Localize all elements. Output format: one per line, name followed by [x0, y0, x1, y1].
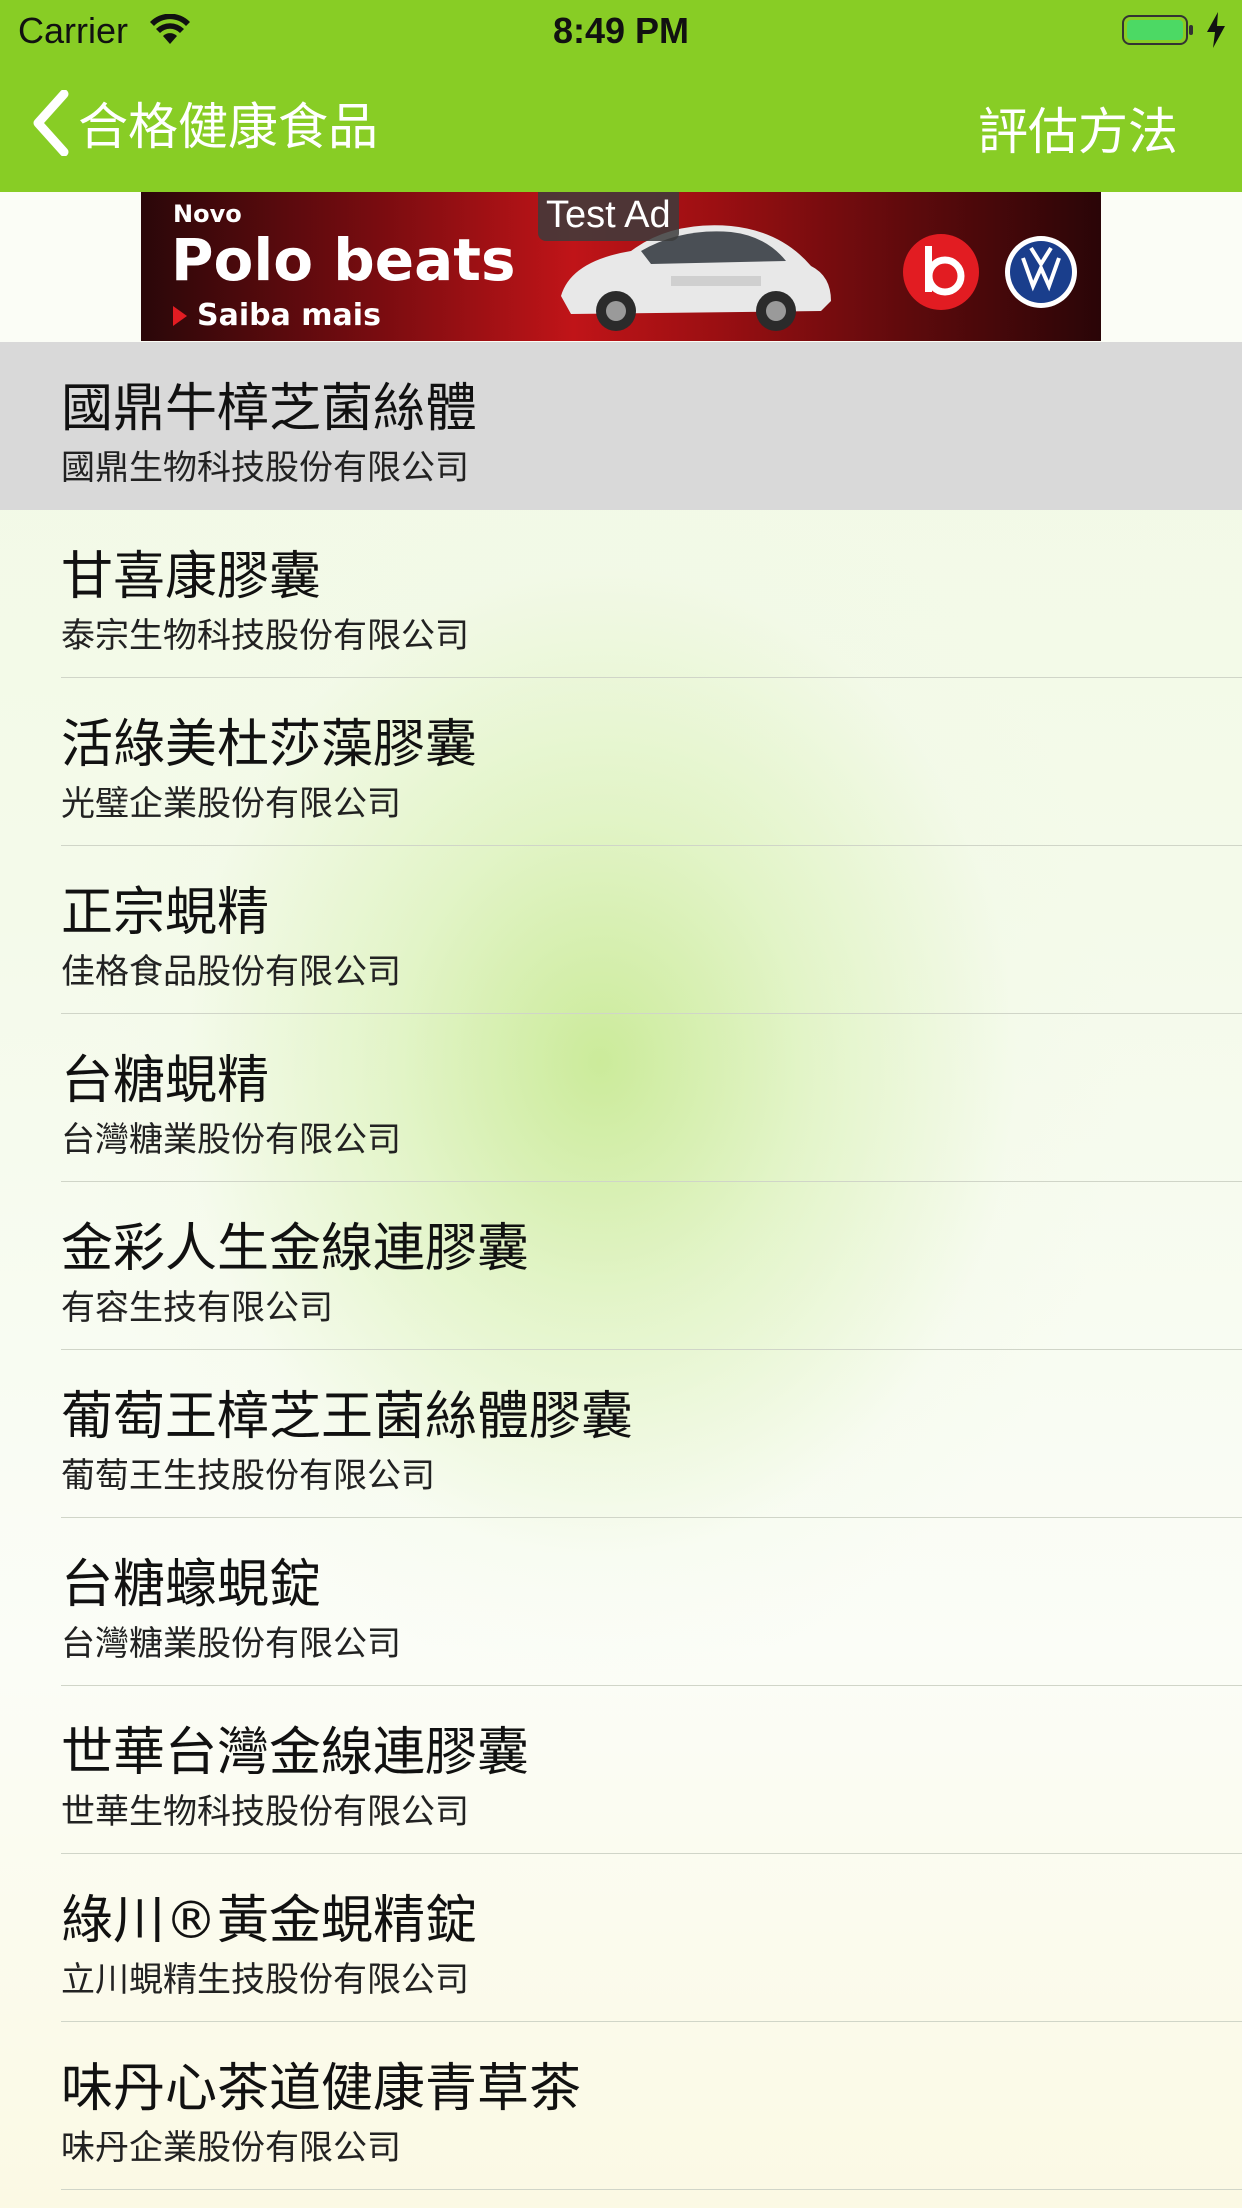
list-item[interactable]: 葡萄王樟芝王菌絲體膠囊葡萄王生技股份有限公司	[0, 1350, 1242, 1518]
list-item[interactable]: 活綠美杜莎藻膠囊光璧企業股份有限公司	[0, 678, 1242, 846]
ad-cta[interactable]: Saiba mais	[173, 298, 381, 333]
product-name: 味丹心茶道健康青草茶	[61, 2059, 582, 2119]
product-name: 甘喜康膠囊	[61, 547, 322, 607]
product-name: 台糖蜆精	[61, 1051, 270, 1111]
ad-headline: Polo beats	[171, 226, 516, 294]
product-name: 正宗蜆精	[61, 883, 270, 943]
vw-logo-icon	[1005, 236, 1077, 308]
navigation-bar: 合格健康食品 評估方法	[0, 60, 1242, 192]
product-name: 世華台灣金線連膠囊	[61, 1723, 530, 1783]
company-name: 台灣糖業股份有限公司	[61, 1624, 401, 1664]
ad-area: Novo Polo beats Saiba mais Test Ad	[0, 192, 1242, 342]
battery-icon	[1122, 15, 1193, 45]
product-name: 國鼎牛樟芝菌絲體	[61, 379, 478, 439]
ad-novo-label: Novo	[173, 200, 242, 228]
top-bar: Carrier 8:49 PM 合格健康食品 評估方法	[0, 0, 1242, 192]
ad-cta-label: Saiba mais	[197, 298, 381, 333]
play-arrow-icon	[173, 305, 187, 326]
ad-banner[interactable]: Novo Polo beats Saiba mais Test Ad	[141, 192, 1101, 341]
back-button[interactable]: 合格健康食品	[30, 88, 378, 158]
company-name: 光璧企業股份有限公司	[61, 784, 401, 824]
company-name: 味丹企業股份有限公司	[61, 2128, 401, 2168]
page-title: 合格健康食品	[78, 98, 378, 156]
list-item[interactable]: 甘喜康膠囊泰宗生物科技股份有限公司	[0, 510, 1242, 678]
list-item[interactable]: 金彩人生金線連膠囊有容生技有限公司	[0, 1182, 1242, 1350]
company-name: 有容生技有限公司	[61, 1288, 333, 1328]
product-name: 台糖蠔蜆錠	[61, 1555, 322, 1615]
company-name: 立川蜆精生技股份有限公司	[61, 1960, 469, 2000]
evaluation-method-button[interactable]: 評估方法	[978, 92, 1178, 164]
list-item[interactable]: 台糖蜆精台灣糖業股份有限公司	[0, 1014, 1242, 1182]
company-name: 台灣糖業股份有限公司	[61, 1120, 401, 1160]
test-ad-label: Test Ad	[538, 192, 679, 241]
row-divider	[61, 2189, 1242, 2190]
beats-logo-icon	[903, 234, 979, 310]
product-name: 葡萄王樟芝王菌絲體膠囊	[61, 1387, 634, 1447]
status-bar: Carrier 8:49 PM	[0, 0, 1242, 60]
list-item[interactable]: 世華台灣金線連膠囊世華生物科技股份有限公司	[0, 1686, 1242, 1854]
product-name: 綠川®黃金蜆精錠	[61, 1891, 478, 1951]
product-name: 活綠美杜莎藻膠囊	[61, 715, 478, 775]
company-name: 葡萄王生技股份有限公司	[61, 1456, 435, 1496]
charging-icon	[1207, 12, 1225, 48]
company-name: 佳格食品股份有限公司	[61, 952, 401, 992]
company-name: 世華生物科技股份有限公司	[61, 1792, 469, 1832]
chevron-left-icon	[33, 90, 69, 156]
product-list: 國鼎牛樟芝菌絲體國鼎生物科技股份有限公司甘喜康膠囊泰宗生物科技股份有限公司活綠美…	[0, 342, 1242, 2208]
company-name: 國鼎生物科技股份有限公司	[61, 448, 469, 488]
company-name: 泰宗生物科技股份有限公司	[61, 616, 469, 656]
product-name: 金彩人生金線連膠囊	[61, 1219, 530, 1279]
list-item[interactable]: 台糖蠔蜆錠台灣糖業股份有限公司	[0, 1518, 1242, 1686]
list-item[interactable]: 味丹心茶道健康青草茶味丹企業股份有限公司	[0, 2022, 1242, 2190]
list-item[interactable]: 綠川®黃金蜆精錠立川蜆精生技股份有限公司	[0, 1854, 1242, 2022]
list-item[interactable]: 國鼎牛樟芝菌絲體國鼎生物科技股份有限公司	[0, 342, 1242, 510]
status-time: 8:49 PM	[552, 10, 690, 51]
list-item[interactable]: 正宗蜆精佳格食品股份有限公司	[0, 846, 1242, 1014]
